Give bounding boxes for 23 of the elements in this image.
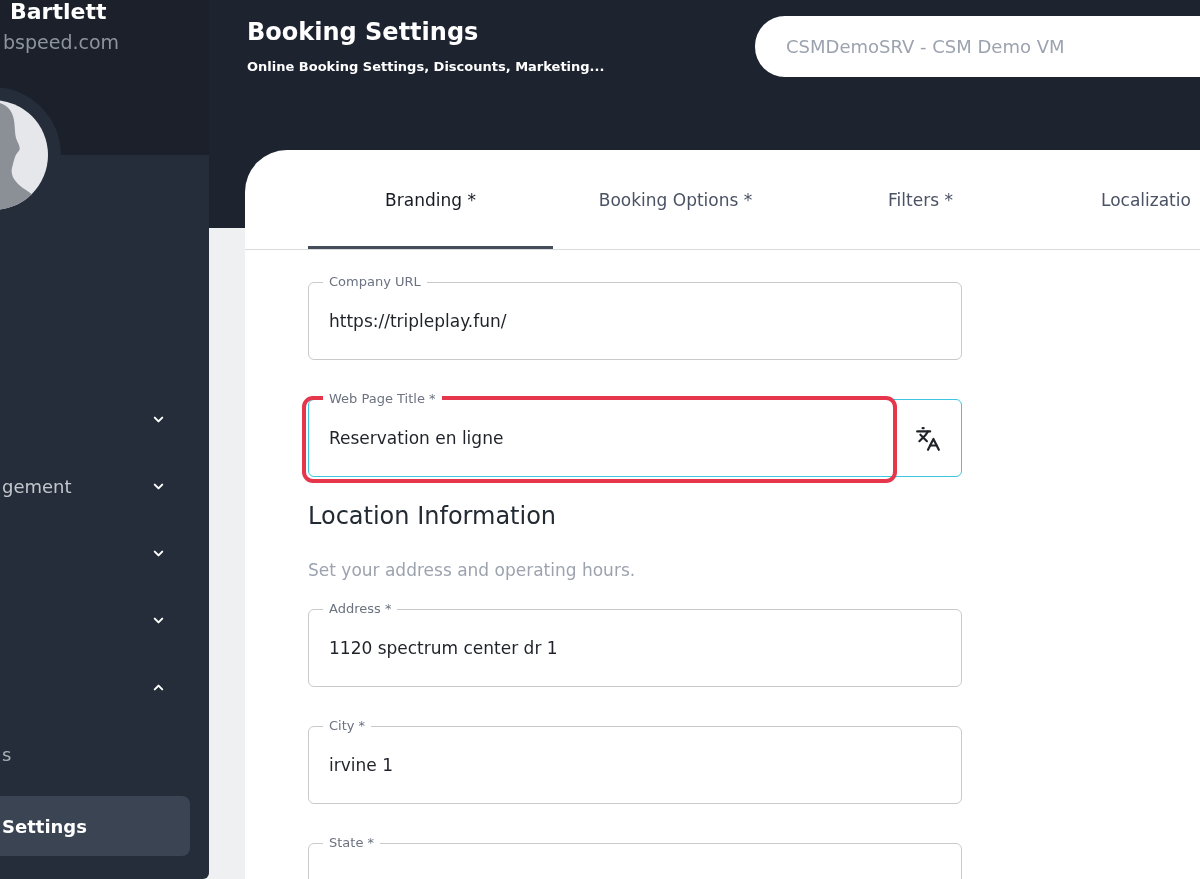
text-field[interactable]: Address * 1120 spectrum center dr 1 (308, 601, 962, 687)
user-email: bspeed.com (2, 30, 121, 54)
field-input[interactable]: irvine 1 (309, 734, 961, 803)
page-title: Booking Settings (247, 17, 480, 48)
section-description: Set your address and operating hours. (308, 559, 637, 582)
tab[interactable]: Filters * (798, 150, 1043, 249)
text-field[interactable]: Company URL https://tripleplay.fun/ (308, 274, 962, 360)
tab[interactable]: Branding * (308, 150, 553, 249)
page-subtitle: Online Booking Settings, Discounts, Marketing... (247, 58, 605, 76)
tab[interactable]: Localizatio (1043, 150, 1200, 249)
translate-icon (915, 425, 941, 452)
nav-item[interactable]: gement (0, 453, 190, 520)
field-input[interactable]: https://tripleplay.fun/ (309, 290, 961, 359)
user-name: Bartlett (9, 0, 108, 24)
nav-subitem[interactable]: s (0, 721, 190, 788)
tab[interactable]: Booking Options * (553, 150, 798, 249)
text-field[interactable]: City * irvine 1 (308, 718, 962, 804)
field-input[interactable]: 1120 spectrum center dr 1 (309, 617, 961, 686)
text-field[interactable]: State * (308, 835, 962, 879)
section-heading: Location Information (308, 501, 558, 531)
nav-subitem[interactable]: Settings (0, 796, 190, 856)
field-input[interactable]: Reservation en ligne (309, 407, 895, 476)
field-label: Web Page Title * (323, 391, 442, 407)
